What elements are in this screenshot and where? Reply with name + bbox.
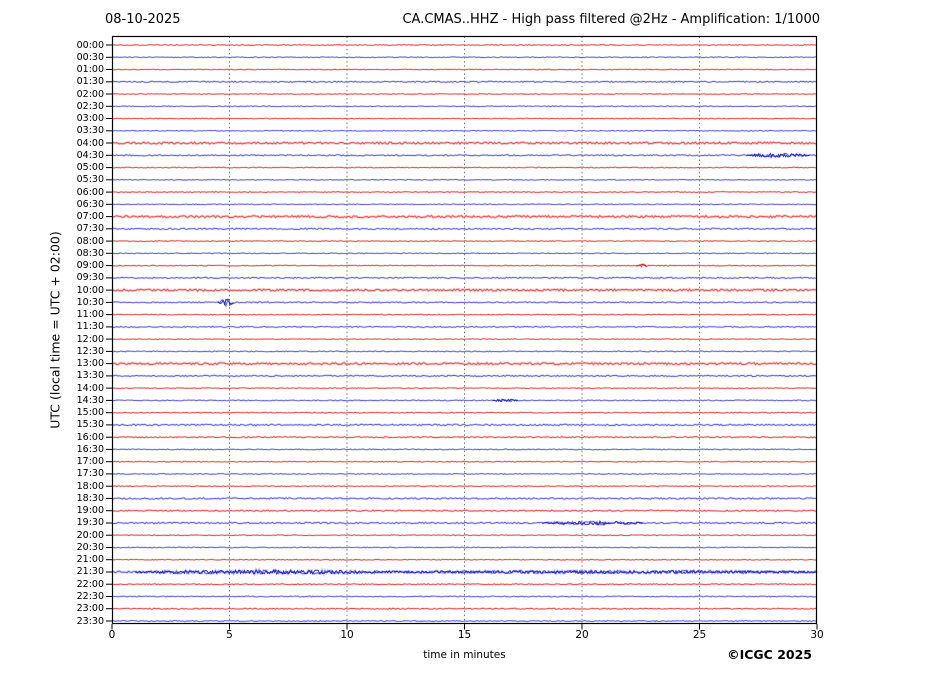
y-tick-label: 22:30 xyxy=(76,590,104,602)
y-tick-label: 20:00 xyxy=(76,529,104,541)
y-tick-label: 12:30 xyxy=(76,345,104,357)
x-tick-label: 10 xyxy=(340,629,354,641)
y-tick-label: 00:30 xyxy=(76,51,104,63)
y-tick-label: 02:00 xyxy=(76,88,104,100)
y-tick-label: 12:00 xyxy=(76,333,104,345)
y-tick-label: 22:00 xyxy=(76,578,104,590)
y-tick-label: 00:00 xyxy=(76,39,104,51)
y-tick-label: 10:00 xyxy=(76,284,104,296)
x-tick-label: 0 xyxy=(108,629,116,641)
x-tick-label: 20 xyxy=(575,629,589,641)
y-tick-label: 14:30 xyxy=(76,394,104,406)
copyright-text: ©ICGC 2025 xyxy=(727,647,812,662)
y-tick-label: 19:00 xyxy=(76,505,104,517)
y-tick-label: 11:00 xyxy=(76,309,104,321)
y-tick-label: 02:30 xyxy=(76,100,104,112)
figure: 08-10-2025 CA.CMAS..HHZ - High pass filt… xyxy=(0,0,927,696)
y-tick-label: 18:00 xyxy=(76,480,104,492)
x-axis-label: time in minutes xyxy=(423,649,506,661)
y-tick-label: 09:00 xyxy=(76,260,104,272)
y-tick-label: 16:30 xyxy=(76,443,104,455)
y-tick-label: 04:30 xyxy=(76,149,104,161)
y-tick-label: 21:00 xyxy=(76,554,104,566)
y-tick-label: 07:30 xyxy=(76,223,104,235)
helicorder-plot xyxy=(106,35,819,630)
y-tick-label: 09:30 xyxy=(76,272,104,284)
x-tick-label: 25 xyxy=(692,629,707,641)
y-tick-label: 23:30 xyxy=(76,615,104,627)
y-tick-label: 04:00 xyxy=(76,137,104,149)
y-tick-label: 18:30 xyxy=(76,492,104,504)
y-tick-label: 17:00 xyxy=(76,456,104,468)
y-tick-label: 21:30 xyxy=(76,566,104,578)
y-tick-label: 20:30 xyxy=(76,541,104,553)
y-tick-label: 05:30 xyxy=(76,174,104,186)
y-tick-label: 23:00 xyxy=(76,603,104,615)
y-tick-label: 07:00 xyxy=(76,211,104,223)
y-tick-label: 03:00 xyxy=(76,113,104,125)
y-tick-label: 03:30 xyxy=(76,125,104,137)
y-tick-label: 10:30 xyxy=(76,296,104,308)
y-tick-label: 16:00 xyxy=(76,431,104,443)
y-tick-label: 06:00 xyxy=(76,186,104,198)
y-tick-label: 01:00 xyxy=(76,64,104,75)
y-tick-label: 11:30 xyxy=(76,321,104,333)
y-tick-label: 13:00 xyxy=(76,358,104,370)
x-tick-label: 15 xyxy=(457,629,472,641)
y-tick-label: 14:00 xyxy=(76,382,104,394)
y-tick-label: 05:00 xyxy=(76,162,104,174)
y-tick-label: 15:00 xyxy=(76,407,104,419)
y-tick-label: 08:30 xyxy=(76,247,104,259)
y-tick-label: 06:30 xyxy=(76,198,104,210)
x-tick-label: 5 xyxy=(226,629,233,641)
y-tick-label: 08:00 xyxy=(76,235,104,247)
y-tick-label: 13:30 xyxy=(76,370,104,382)
y-tick-label: 17:30 xyxy=(76,468,104,480)
y-tick-label: 15:30 xyxy=(76,419,104,431)
y-tick-label: 01:30 xyxy=(76,76,104,88)
x-tick-label: 30 xyxy=(810,629,824,641)
y-tick-label: 19:30 xyxy=(76,517,104,529)
